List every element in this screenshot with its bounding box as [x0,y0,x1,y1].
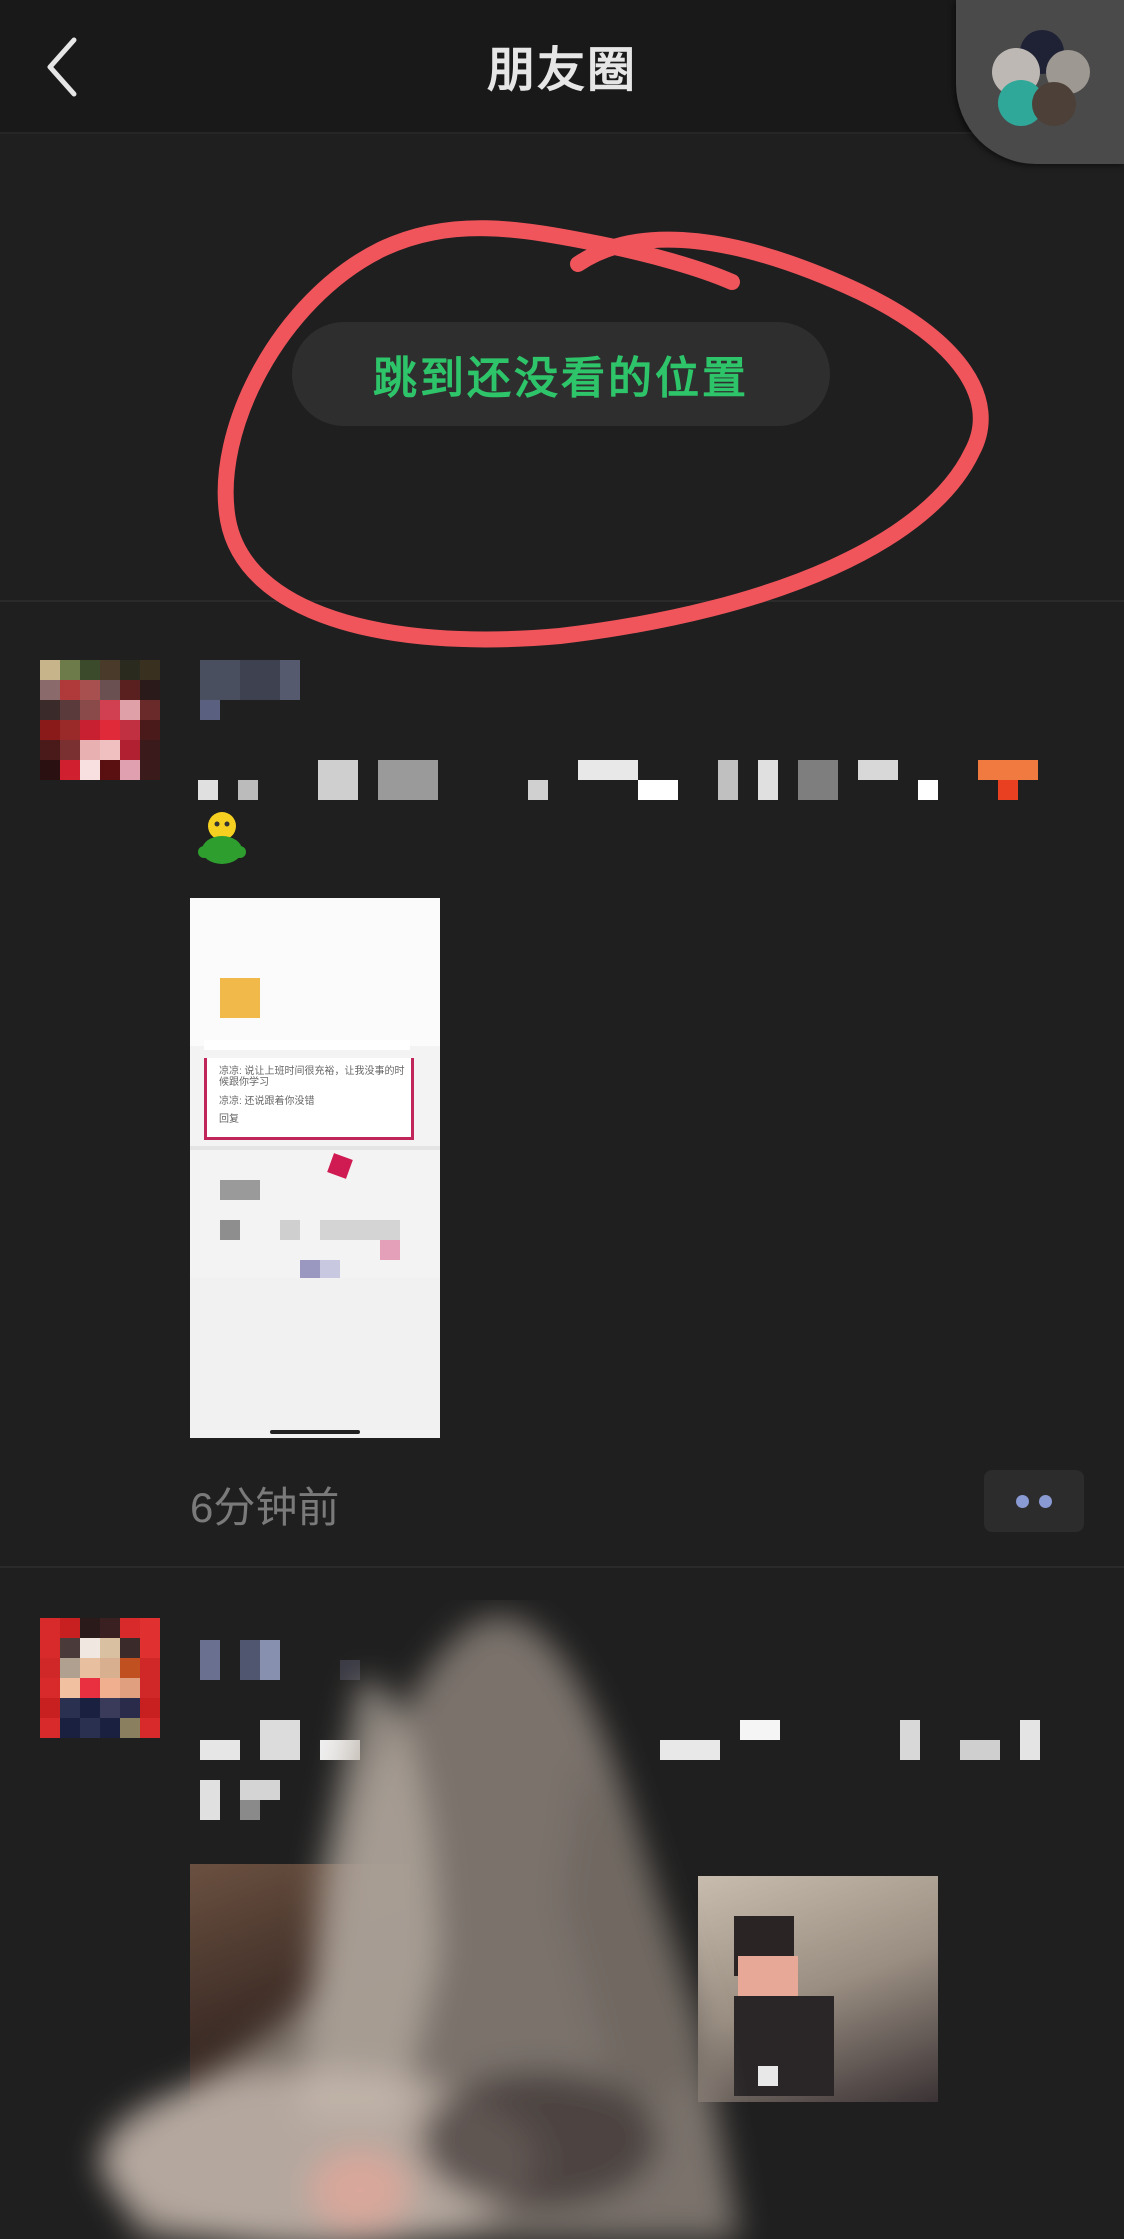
post-text [198,760,1038,800]
jump-section: 跳到还没看的位置 [0,134,1124,602]
blurred-overlay [100,1616,740,2239]
user-name[interactable] [200,660,300,720]
jump-to-unread-button[interactable]: 跳到还没看的位置 [292,322,830,426]
more-button[interactable] [984,1470,1084,1532]
comment-line: 凉凉: 还说跟着你没错 [219,1096,315,1107]
comment-line: 凉凉: 说让上班时间很充裕，让我没事的时候跟你学习 [219,1066,405,1088]
avatar[interactable] [40,660,160,780]
sticker-icon [198,812,246,864]
post-image[interactable]: 凉凉: 说让上班时间很充裕，让我没事的时候跟你学习 凉凉: 还说跟着你没错 回复 [190,898,440,1438]
divider [0,1566,1124,1568]
post-time: 6分钟前 [190,1484,340,1531]
reply-link: 回复 [219,1114,239,1125]
